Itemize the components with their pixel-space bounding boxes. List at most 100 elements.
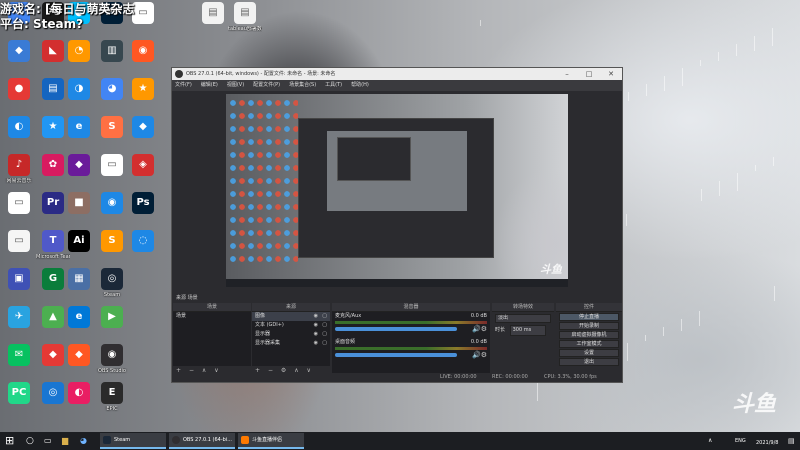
desktop-app-icon: ◉: [101, 192, 123, 214]
desktop-app-icon: ♪: [8, 154, 30, 176]
overlay-platform-line: 平台: Steam?: [0, 17, 84, 31]
steam-icon: [103, 436, 111, 444]
source-item[interactable]: 文本 (GDI+) ◉ ▢: [252, 321, 330, 330]
file-explorer-icon[interactable]: ▆: [62, 432, 74, 450]
lock-icon[interactable]: ▢: [322, 312, 327, 321]
start-recording-button[interactable]: 开始录制: [559, 322, 619, 330]
speaker-icon[interactable]: 🔊⚙: [472, 351, 487, 359]
menu-item[interactable]: 配置文件(P): [253, 82, 280, 88]
source-item[interactable]: 显示器采集 ◉ ▢: [252, 339, 330, 348]
studio-mode-button[interactable]: 工作室模式: [559, 340, 619, 348]
lock-icon[interactable]: ▢: [322, 339, 327, 348]
desktop-app-icon: S: [101, 116, 123, 138]
desktop-app-icon: ■: [68, 192, 90, 214]
rain-streak: [537, 383, 538, 401]
transition-select[interactable]: 淡出: [495, 314, 551, 323]
settings-button[interactable]: 设置: [559, 349, 619, 357]
preview-watermark: 斗鱼: [540, 263, 562, 276]
minimize-icon[interactable]: –: [556, 68, 578, 80]
scenes-header: 场景: [173, 303, 251, 312]
desktop-app-icon: ★: [42, 116, 64, 138]
obs-window[interactable]: OBS 27.0.1 (64-bit, windows) - 配置文件: 未命名…: [171, 67, 623, 383]
desktop-file-label: tableau部署数据: [228, 26, 262, 32]
maximize-icon[interactable]: □: [578, 68, 600, 80]
taskbar-app-obs[interactable]: OBS 27.0.1 (64-bi...: [169, 433, 235, 449]
desktop-app-icon: ▤: [42, 78, 64, 100]
scene-item[interactable]: 场景: [173, 312, 251, 321]
visibility-eye-icon[interactable]: ◉: [314, 339, 318, 348]
rain-streak: [737, 173, 738, 191]
task-view-icon[interactable]: ▭: [44, 432, 56, 450]
windows-start-icon[interactable]: ⊞: [5, 432, 19, 450]
visibility-eye-icon[interactable]: ◉: [314, 321, 318, 330]
rain-streak: [773, 157, 774, 166]
controls-dock: 控件 停止直播 开始录制 启动虚拟摄像机 工作室模式 设置 退出: [556, 294, 622, 376]
rain-streak: [645, 335, 646, 341]
mixer-list: 麦克风/Aux 0.0 dB 🔊⚙ 桌面音频 0.0 dB 🔊⚙: [332, 312, 490, 376]
desktop-icon[interactable]: ◌: [126, 230, 160, 274]
close-icon[interactable]: ✕: [600, 68, 622, 80]
desktop-icon-label: OBS Studio: [98, 368, 126, 374]
obs-titlebar[interactable]: OBS 27.0.1 (64-bit, windows) - 配置文件: 未命名…: [172, 68, 622, 80]
rain-streak: [681, 319, 682, 331]
tray-expand-icon[interactable]: ∧: [708, 432, 712, 450]
volume-meter: [335, 347, 487, 350]
rain-streak: [664, 76, 665, 91]
cpu-fps: CPU: 3.3%, 30.00 fps: [544, 374, 597, 380]
rain-streak: [682, 68, 683, 86]
desktop-app-icon: Ps: [132, 192, 154, 214]
volume-fader[interactable]: [335, 327, 457, 331]
desktop-app-icon: ◌: [132, 230, 154, 252]
desktop-app-icon: ◕: [101, 78, 123, 100]
volume-fader[interactable]: [335, 353, 457, 357]
speaker-icon[interactable]: 🔊⚙: [472, 325, 487, 333]
menu-item[interactable]: 场景集合(S): [289, 82, 316, 88]
tray-date[interactable]: 2021/9/8: [756, 438, 778, 450]
taskbar-app-douyu[interactable]: 斗鱼直播伴侣: [238, 433, 304, 449]
desktop-app-icon: G: [42, 268, 64, 290]
language-indicator[interactable]: ENG: [735, 432, 746, 450]
desktop-app-icon: ▭: [8, 230, 30, 252]
menu-item[interactable]: 帮助(H): [351, 82, 369, 88]
taskbar-app-steam[interactable]: Steam: [100, 433, 166, 449]
exit-button[interactable]: 退出: [559, 358, 619, 366]
desktop-app-icon: ●: [8, 78, 30, 100]
edge-icon[interactable]: ◕: [80, 432, 92, 450]
desktop-app-icon: S: [101, 230, 123, 252]
obs-preview-canvas[interactable]: 斗鱼: [226, 94, 568, 287]
desktop-app-icon: ✿: [42, 154, 64, 176]
mixer-channel-db: 0.0 dB: [470, 313, 487, 319]
desktop-app-icon: ◎: [101, 268, 123, 290]
desktop-app-icon: e: [68, 306, 90, 328]
rec-timer: REC: 00:00:00: [492, 374, 528, 380]
desktop-file-icon[interactable]: ▤: [196, 2, 230, 46]
sources-dock: 来源 图像 ◉ ▢ 文本 (GDI+) ◉ ▢ 显示器 ◉ ▢ 显示器采集 ◉ ▢ + − ⚙ …: [252, 294, 330, 376]
menu-item[interactable]: 文件(F): [175, 82, 192, 88]
lock-icon[interactable]: ▢: [322, 330, 327, 339]
menu-item[interactable]: 编辑(E): [201, 82, 218, 88]
douyu-icon: [241, 436, 249, 444]
search-icon[interactable]: ○: [26, 432, 38, 450]
rain-streak: [774, 286, 775, 301]
sources-list: 图像 ◉ ▢ 文本 (GDI+) ◉ ▢ 显示器 ◉ ▢ 显示器采集 ◉ ▢: [252, 312, 330, 366]
rain-streak: [719, 181, 720, 196]
desktop-icon[interactable]: PC: [2, 382, 36, 426]
transition-duration-input[interactable]: 300 ms: [509, 325, 546, 336]
notification-icon[interactable]: ▤: [788, 432, 795, 450]
scenes-dock: 来源 场景 场景 场景 + − ∧ ∨: [173, 294, 251, 376]
desktop-icon[interactable]: ◐: [62, 382, 96, 426]
lock-icon[interactable]: ▢: [322, 321, 327, 330]
desktop-icon[interactable]: E EPIC: [95, 382, 129, 426]
menu-item[interactable]: 视图(V): [227, 82, 244, 88]
source-item[interactable]: 显示器 ◉ ▢: [252, 330, 330, 339]
mixer-channel-name: 桌面音频: [335, 339, 356, 345]
stop-streaming-button[interactable]: 停止直播: [559, 313, 619, 321]
desktop-file-icon[interactable]: ▤ tableau部署数据: [228, 2, 262, 46]
rain-streak: [626, 214, 627, 226]
visibility-eye-icon[interactable]: ◉: [314, 312, 318, 321]
desktop-app-icon: ◑: [68, 78, 90, 100]
source-item[interactable]: 图像 ◉ ▢: [252, 312, 330, 321]
menu-item[interactable]: 工具(T): [325, 82, 342, 88]
start-virtual-camera-button[interactable]: 启动虚拟摄像机: [559, 331, 619, 339]
visibility-eye-icon[interactable]: ◉: [314, 330, 318, 339]
